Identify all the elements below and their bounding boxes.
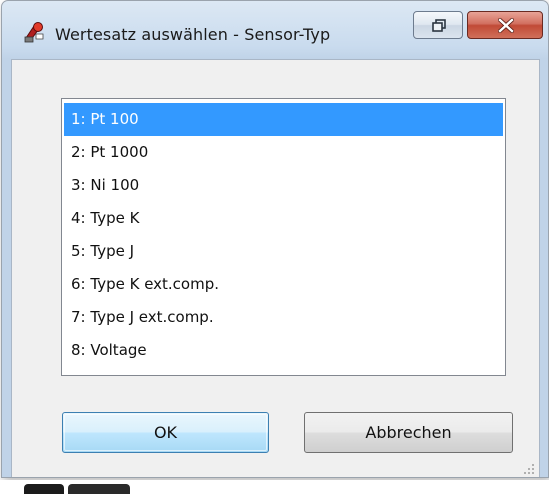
window-title: Wertesatz auswählen - Sensor-Typ bbox=[55, 25, 331, 44]
sensor-app-icon bbox=[24, 22, 44, 43]
restore-button[interactable] bbox=[413, 11, 463, 39]
dialog-body: 1: Pt 100 2: Pt 1000 3: Ni 100 4: Type K… bbox=[11, 59, 540, 477]
dialog-window: Wertesatz auswählen - Sensor-Typ 1: Pt 1… bbox=[1, 0, 549, 478]
title-bar[interactable]: Wertesatz auswählen - Sensor-Typ bbox=[2, 1, 548, 59]
background-strip bbox=[0, 480, 549, 494]
list-item[interactable]: 4: Type K bbox=[64, 202, 503, 235]
background-shape bbox=[24, 484, 64, 494]
sensor-type-listbox[interactable]: 1: Pt 100 2: Pt 1000 3: Ni 100 4: Type K… bbox=[61, 98, 506, 376]
list-item[interactable]: 3: Ni 100 bbox=[64, 169, 503, 202]
resize-grip-icon[interactable] bbox=[523, 463, 535, 475]
list-item[interactable]: 1: Pt 100 bbox=[64, 103, 503, 136]
background-shape bbox=[68, 484, 130, 494]
close-icon bbox=[498, 18, 514, 33]
restore-icon bbox=[432, 19, 446, 32]
ok-button[interactable]: OK bbox=[62, 412, 269, 453]
list-item[interactable]: 8: Voltage bbox=[64, 334, 503, 367]
list-item[interactable]: 7: Type J ext.comp. bbox=[64, 301, 503, 334]
list-item[interactable]: 2: Pt 1000 bbox=[64, 136, 503, 169]
cancel-button[interactable]: Abbrechen bbox=[304, 412, 513, 453]
list-item[interactable]: 6: Type K ext.comp. bbox=[64, 268, 503, 301]
list-item[interactable]: 5: Type J bbox=[64, 235, 503, 268]
close-button[interactable] bbox=[467, 11, 543, 39]
